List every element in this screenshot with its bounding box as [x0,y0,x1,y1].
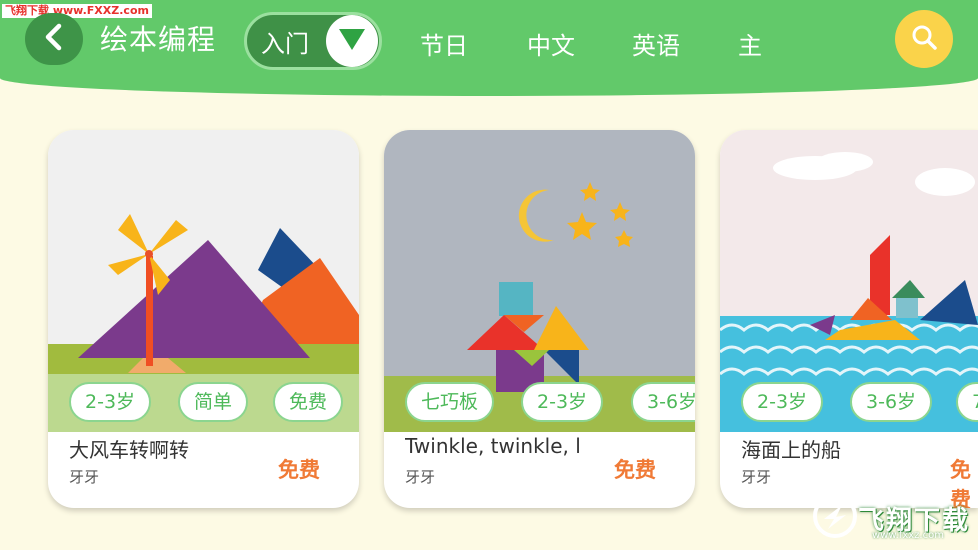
book-title: Twinkle, twinkle, l [405,434,581,458]
tab-theme[interactable]: 主 [738,26,762,61]
tab-festival[interactable]: 节日 [420,26,468,61]
book-title: 大风车转啊转 [69,438,189,462]
logo-icon [812,493,858,543]
book-author: 牙牙 [741,468,772,486]
book-price: 免费 [614,458,656,482]
tag-age-2: 3-6岁 [850,382,933,422]
top-bar: 飞翔下载 www.FXXZ.com 绘本编程 入门 节日 中文 英语 主 [0,0,978,96]
search-icon [909,22,939,56]
tab-english[interactable]: 英语 [632,26,680,61]
page-title: 绘本编程 [100,23,217,56]
tag-age-2: 3-6岁 [631,382,695,422]
category-dropdown[interactable]: 入门 [244,12,382,70]
book-author: 牙牙 [69,468,100,486]
triangle-down-icon [337,26,367,56]
tag-extra: 7 [956,382,978,422]
back-button[interactable] [25,13,83,65]
search-button[interactable] [895,10,953,68]
tag-age: 2-3岁 [69,382,152,422]
chevron-left-icon [42,22,66,56]
book-card-twinkle[interactable]: 七巧板 2-3岁 3-6岁 Twinkle, twinkle, l 牙牙 免费 [384,130,695,508]
tag-row: 七巧板 2-3岁 3-6岁 [384,382,695,428]
tag-row: 2-3岁 3-6岁 7 [720,382,978,428]
book-card-boat[interactable]: 2-3岁 3-6岁 7 海面上的船 牙牙 免费 [720,130,978,508]
logo-sub-text: www.fxxz.com [872,530,944,541]
tag-free: 免费 [273,382,344,422]
category-label: 入门 [261,29,309,58]
book-title: 海面上的船 [741,438,841,462]
book-price: 免费 [278,458,320,482]
fxxz-logo: 飞翔下载 www.fxxz.com [812,490,974,546]
tab-chinese[interactable]: 中文 [527,26,575,61]
site-watermark: 飞翔下载 www.FXXZ.com [2,4,152,18]
book-author: 牙牙 [405,468,436,486]
tag-row: 2-3岁 简单 免费 [48,382,359,428]
tag-age: 2-3岁 [741,382,824,422]
tag-age: 2-3岁 [521,382,604,422]
tag-category: 七巧板 [405,382,495,422]
tag-difficulty: 简单 [178,382,249,422]
book-card-windmill[interactable]: 2-3岁 简单 免费 大风车转啊转 牙牙 免费 [48,130,359,508]
dropdown-toggle-button[interactable] [326,15,378,67]
